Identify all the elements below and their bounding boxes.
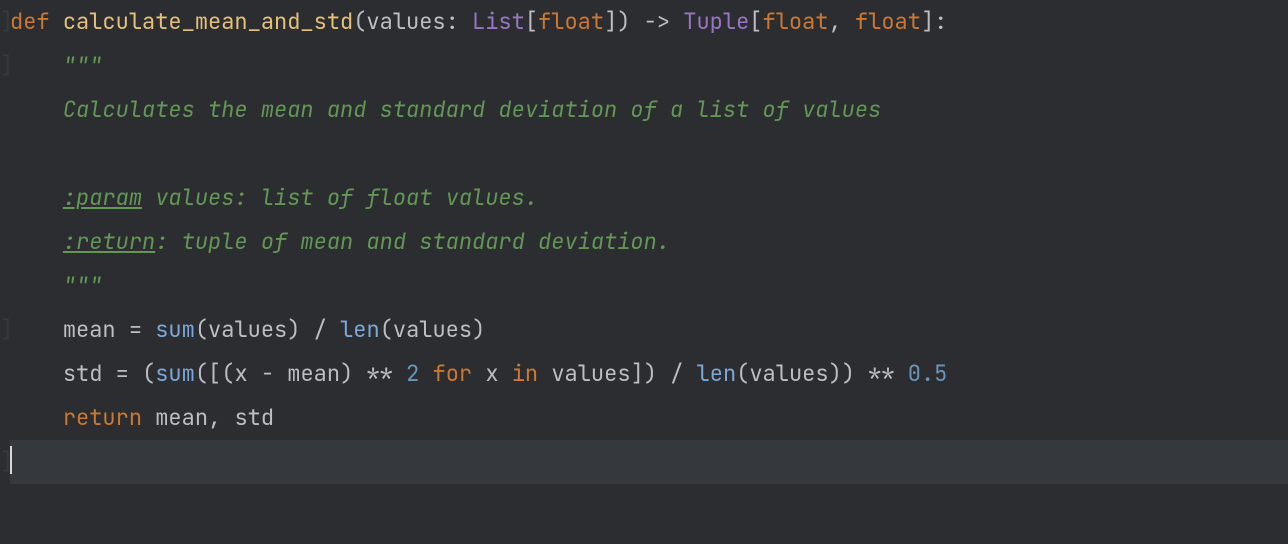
docstring-summary: Calculates the mean and standard deviati… — [63, 95, 881, 124]
code-editor[interactable]: ] ] ] ] def calculate_mean_and_std(value… — [0, 0, 1288, 528]
code-line[interactable] — [10, 484, 1288, 528]
code-line[interactable]: std = (sum([(x - mean) ** 2 for x in val… — [10, 352, 1288, 396]
param-name: values — [366, 7, 445, 36]
docstring-return-tag: :return — [63, 227, 155, 256]
text-caret — [10, 446, 12, 474]
type-Tuple: Tuple — [683, 7, 749, 36]
docstring-param-tag: :param — [63, 183, 142, 212]
keyword-return: return — [63, 403, 142, 432]
builtin-sum: sum — [155, 315, 195, 344]
docstring-return-text: : tuple of mean and standard deviation. — [155, 227, 670, 256]
code-line[interactable]: """ — [10, 264, 1288, 308]
code-line-current[interactable] — [10, 440, 1288, 484]
keyword-def: def — [10, 7, 50, 36]
code-line[interactable]: """ — [10, 44, 1288, 88]
code-line[interactable]: mean = sum(values) / len(values) — [10, 308, 1288, 352]
type-float: float — [538, 7, 604, 36]
keyword-for: for — [433, 359, 473, 388]
docstring-close: """ — [63, 271, 103, 300]
type-List: List — [472, 7, 525, 36]
docstring-param-text: values: list of float values. — [142, 183, 538, 212]
code-line[interactable]: :param values: list of float values. — [10, 176, 1288, 220]
builtin-len: len — [340, 315, 380, 344]
docstring-open: """ — [63, 51, 103, 80]
number-0.5: 0.5 — [908, 359, 948, 388]
code-line[interactable]: :return: tuple of mean and standard devi… — [10, 220, 1288, 264]
var-std: std — [63, 359, 103, 388]
code-line[interactable]: Calculates the mean and standard deviati… — [10, 88, 1288, 132]
code-line[interactable]: return mean, std — [10, 396, 1288, 440]
code-line[interactable] — [10, 132, 1288, 176]
var-mean: mean — [63, 315, 116, 344]
number-2: 2 — [406, 359, 419, 388]
function-name: calculate_mean_and_std — [63, 7, 353, 36]
code-line[interactable]: def calculate_mean_and_std(values: List[… — [10, 0, 1288, 44]
keyword-in: in — [512, 359, 538, 388]
